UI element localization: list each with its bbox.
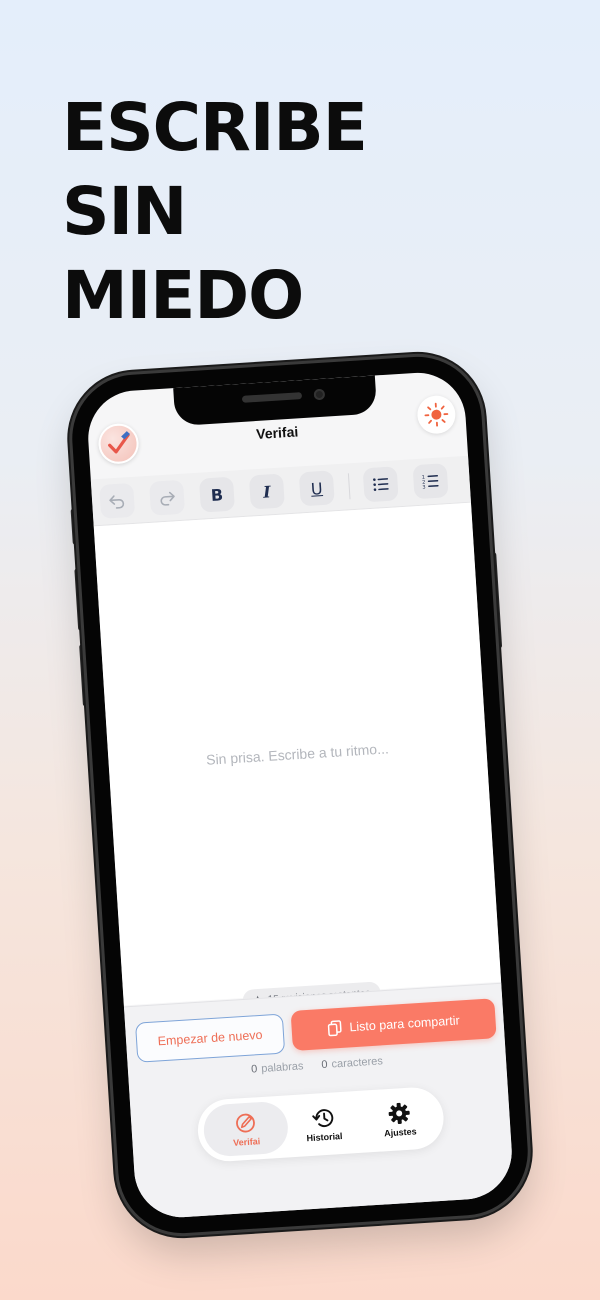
headline-line-1: ESCRIBE [62, 89, 368, 166]
headline-line-3: MIEDO [62, 257, 304, 334]
phone-frame: Verifai B I U 1 2 3 Sin prisa. Escribe a… [68, 352, 532, 1238]
ready-to-share-label: Listo para compartir [349, 1013, 461, 1035]
svg-text:3: 3 [422, 485, 426, 491]
phone-screen: Verifai B I U 1 2 3 Sin prisa. Escribe a… [85, 369, 515, 1221]
undo-button[interactable] [99, 482, 136, 519]
editor-placeholder: Sin prisa. Escribe a tu ritmo... [205, 740, 390, 768]
tab-bar: Verifai Historial Ajustes [196, 1085, 446, 1164]
speaker-grille [241, 392, 303, 403]
word-count-label: palabras [260, 1060, 304, 1075]
character-count: 0 [321, 1058, 328, 1072]
bold-button[interactable]: B [198, 476, 236, 513]
pencil-circle-icon [236, 1113, 255, 1132]
theme-toggle-button[interactable] [416, 394, 457, 435]
underline-button[interactable]: U [298, 470, 335, 507]
ready-to-share-button[interactable]: Listo para compartir [290, 998, 497, 1051]
history-icon [312, 1108, 334, 1127]
sun-icon [424, 402, 449, 427]
text-editor[interactable]: Sin prisa. Escribe a tu ritmo... 15 revi… [93, 502, 502, 1012]
tab-ajustes-label: Ajustes [383, 1125, 417, 1138]
bullet-list-button[interactable] [362, 466, 399, 503]
character-count-label: caracteres [331, 1055, 384, 1071]
phone-device: Verifai B I U 1 2 3 Sin prisa. Escribe a… [68, 352, 532, 1238]
tab-historial-label: Historial [306, 1130, 343, 1143]
start-over-label: Empezar de nuevo [157, 1027, 263, 1049]
gear-icon [388, 1102, 410, 1124]
italic-button[interactable]: I [248, 473, 285, 510]
numbered-list-icon: 123 [422, 475, 439, 491]
tab-historial[interactable]: Historial [280, 1096, 367, 1153]
front-camera [313, 388, 326, 401]
tab-verifai[interactable]: Verifai [202, 1100, 290, 1158]
copy-icon [327, 1020, 342, 1037]
headline-line-2: SIN [62, 173, 187, 250]
undo-icon [109, 495, 125, 509]
word-count: 0 [250, 1063, 258, 1076]
toolbar-divider [347, 473, 351, 500]
headline: ESCRIBE SIN MIEDO [62, 86, 368, 338]
bottom-panel: Empezar de nuevo Listo para compartir 0p… [123, 982, 515, 1221]
redo-button[interactable] [149, 479, 186, 516]
notch [173, 375, 378, 427]
numbered-list-button[interactable]: 123 [412, 463, 449, 500]
bullet-list-icon [373, 478, 389, 491]
redo-icon [160, 491, 175, 506]
start-over-button[interactable]: Empezar de nuevo [134, 1013, 286, 1063]
tab-verifai-label: Verifai [232, 1135, 261, 1148]
tab-ajustes[interactable]: Ajustes [356, 1091, 443, 1148]
